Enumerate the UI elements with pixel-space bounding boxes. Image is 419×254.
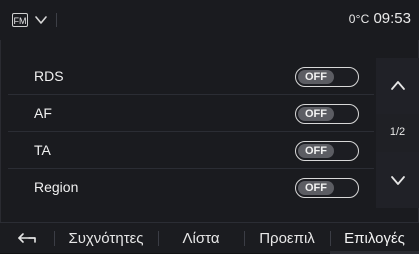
chevron-down-icon[interactable] [34,13,48,27]
active-tab-indicator [330,250,419,254]
source-selector[interactable]: FM [12,12,57,28]
settings-row-label: AF [34,105,52,121]
toggle-state: OFF [298,107,334,121]
tab-options[interactable]: Επιλογές [330,223,419,254]
toggle-state: OFF [298,181,334,195]
clock-time: 09:53 [373,10,411,27]
list-pager: 1/2 [376,58,419,208]
back-button[interactable] [0,223,54,254]
af-toggle[interactable]: OFF [295,104,359,124]
tab-separator [158,230,159,246]
tab-label: Επιλογές [344,229,405,247]
settings-row-rds[interactable]: RDS OFF [8,58,374,95]
ta-toggle[interactable]: OFF [295,141,359,161]
tab-label: Λίστα [182,229,220,247]
page-down-button[interactable] [376,152,419,208]
status-bar: FM 0°C 09:53 [0,0,419,40]
tab-list[interactable]: Λίστα [158,223,244,254]
tab-label: Προεπιλ [259,229,315,247]
chevron-down-icon [390,176,405,185]
status-right: 0°C 09:53 [349,10,411,30]
outside-temperature: 0°C [348,12,370,26]
settings-row-af[interactable]: AF OFF [8,95,374,132]
tab-frequencies[interactable]: Συχνότητες [54,223,158,254]
tab-separator [54,230,55,246]
chevron-up-icon [390,81,405,90]
settings-row-label: RDS [34,68,64,84]
back-arrow-icon [18,233,36,243]
page-indicator: 1/2 [389,126,406,138]
fm-radio-icon: FM [12,13,28,27]
toggle-state: OFF [298,144,334,158]
tab-separator [244,230,245,246]
bottom-tab-bar: Συχνότητες Λίστα Προεπιλ Επιλογές [0,222,419,254]
tab-separator [330,230,331,246]
settings-row-ta[interactable]: TA OFF [8,132,374,169]
toggle-state: OFF [298,70,334,84]
tab-presets[interactable]: Προεπιλ [244,223,330,254]
settings-row-label: Region [34,179,79,195]
tab-label: Συχνότητες [68,229,144,247]
settings-row-region[interactable]: Region OFF [8,169,374,206]
settings-row-label: TA [34,142,51,158]
settings-list: RDS OFF AF OFF TA OFF Region OFF [8,58,374,208]
rds-toggle[interactable]: OFF [295,67,359,87]
status-divider [56,13,57,27]
region-toggle[interactable]: OFF [295,178,359,198]
page-up-button[interactable] [376,58,419,114]
